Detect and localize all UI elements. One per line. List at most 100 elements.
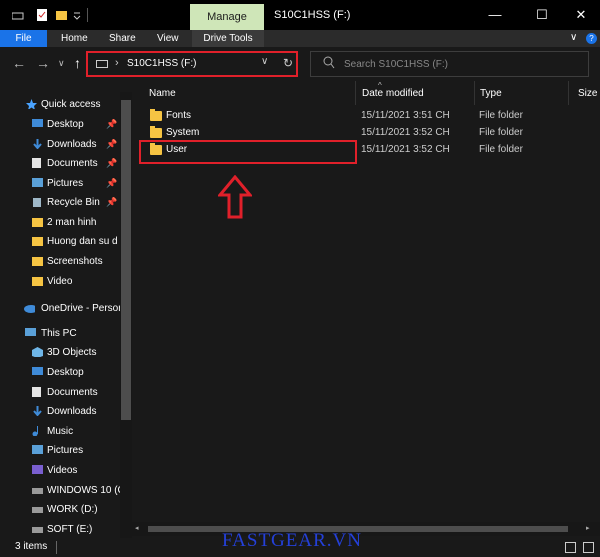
folder-icon [32,277,43,286]
sidebar-item-label: OneDrive - Persor [41,303,120,314]
sidebar-item-label: This PC [41,328,77,339]
recent-locations-button[interactable]: ∨ [58,58,65,69]
scroll-right-icon[interactable]: ▸ [586,524,590,532]
3d-objects-icon [32,347,43,357]
minimize-button[interactable]: — [480,4,510,26]
pictures-icon [32,445,43,454]
desktop-icon [32,119,43,127]
navigation-pane: Quick access Desktop 📌 Downloads 📌 Docum… [0,92,132,538]
sidebar-item-drive-c[interactable]: WINDOWS 10 (C [0,481,120,500]
sidebar-item-screenshots[interactable]: Screenshots [0,252,120,271]
sidebar-item-3d-objects[interactable]: 3D Objects [0,343,120,362]
help-icon[interactable]: ? [586,33,597,44]
tab-manage[interactable]: Manage [190,4,264,30]
file-row[interactable]: Fonts 15/11/2021 3:51 CH File folder [146,108,596,125]
sidebar-item-this-pc[interactable]: This PC [0,324,120,343]
tab-home[interactable]: Home [61,30,88,47]
sidebar-item-label: Music [47,426,74,437]
sidebar-item-videos[interactable]: Videos [0,461,120,480]
sidebar-item-desktop[interactable]: Desktop 📌 [0,115,120,134]
sidebar-item-label: WORK (D:) [47,504,98,515]
address-path[interactable]: S10C1HSS (F:) [127,58,196,69]
highlight-box [139,140,357,164]
sidebar-item-label: Desktop [47,119,84,130]
forward-button[interactable]: → [36,55,50,71]
sidebar-item-downloads[interactable]: Downloads 📌 [0,135,120,154]
address-bar[interactable]: › S10C1HSS (F:) ∨ ↻ [86,51,298,77]
sidebar-item-pictures[interactable]: Pictures 📌 [0,174,120,193]
tab-share[interactable]: Share [109,30,136,47]
folder-icon [150,109,162,121]
ribbon-tabs: File Home Share View Drive Tools ∨ ? [0,30,600,47]
customize-qat-icon[interactable] [73,8,81,22]
file-date: 15/11/2021 3:51 CH [361,110,450,121]
sidebar-item-2-man-hinh[interactable]: 2 man hinh [0,213,120,232]
search-placeholder: Search S10C1HSS (F:) [344,59,448,70]
address-dropdown-icon[interactable]: ∨ [261,56,268,67]
watermark: FASTGEAR.VN [222,530,362,551]
download-icon [33,139,42,149]
back-button[interactable]: ← [12,55,26,71]
sidebar-item-label: Huong dan su d [47,236,118,247]
documents-icon [32,158,41,168]
folder-icon [32,218,43,227]
ribbon-collapse-icon[interactable]: ∨ [570,32,577,43]
column-date-modified[interactable]: Date modified [362,88,424,99]
sidebar-item-label: Pictures [47,445,84,456]
sidebar-item-quick-access[interactable]: Quick access [0,95,120,114]
star-icon [26,99,37,109]
sidebar-item-huong-dan[interactable]: Huong dan su d [0,232,120,251]
status-divider [56,541,57,554]
tab-drive-tools[interactable]: Drive Tools [192,30,264,47]
large-icons-view-icon[interactable] [583,542,594,553]
sidebar-item-documents-pc[interactable]: Documents [0,383,120,402]
sidebar-scrollbar-thumb[interactable] [121,100,131,420]
sidebar-item-drive-d[interactable]: WORK (D:) [0,500,120,519]
address-bar-inner: › S10C1HSS (F:) ∨ ↻ [90,55,294,73]
sidebar-item-documents[interactable]: Documents 📌 [0,154,120,173]
column-divider[interactable] [355,81,356,105]
column-size[interactable]: Size [578,88,597,99]
up-button[interactable]: ↑ [74,55,81,71]
folder-icon [150,126,162,138]
drive-icon[interactable] [12,8,24,22]
folder-icon [32,237,43,246]
drive-icon [32,527,43,533]
refresh-icon[interactable]: ↻ [283,56,293,70]
close-button[interactable]: ✕ [566,4,596,26]
scroll-left-icon[interactable]: ◂ [135,524,139,532]
sidebar-item-drive-e[interactable]: SOFT (E:) [0,520,120,538]
column-divider[interactable] [474,81,475,105]
sidebar-item-video[interactable]: Video [0,272,120,291]
breadcrumb-chevron-icon[interactable]: › [115,57,119,69]
sidebar-item-downloads-pc[interactable]: Downloads [0,402,120,421]
navigation-bar: ← → ∨ ↑ › S10C1HSS (F:) ∨ ↻ Search S10C1… [0,47,600,81]
sidebar-item-pictures-pc[interactable]: Pictures [0,441,120,460]
folder-icon [32,257,43,266]
horizontal-scrollbar[interactable]: ◂ ▸ [132,522,600,536]
sidebar-item-desktop-pc[interactable]: Desktop [0,363,120,382]
download-icon [33,406,42,416]
search-box[interactable]: Search S10C1HSS (F:) [310,51,589,77]
column-divider[interactable] [568,81,569,105]
column-type[interactable]: Type [480,88,502,99]
sidebar-item-label: Downloads [47,406,97,417]
tab-file[interactable]: File [0,30,47,47]
sidebar-item-onedrive[interactable]: OneDrive - Persor [0,299,120,318]
sidebar-item-recycle-bin[interactable]: Recycle Bin 📌 [0,193,120,212]
details-view-icon[interactable] [565,542,576,553]
pictures-icon [32,178,43,187]
sidebar-item-label: SOFT (E:) [47,524,93,535]
tab-view[interactable]: View [157,30,179,47]
annotation-arrow-up-icon [218,175,252,219]
properties-icon[interactable] [36,8,48,22]
new-folder-icon[interactable] [56,8,68,22]
content-scrollbar[interactable] [588,105,600,522]
column-name[interactable]: Name [149,88,176,99]
pin-icon: 📌 [106,119,118,129]
sidebar-scrollbar[interactable] [120,92,132,538]
qat-divider [87,8,88,22]
sidebar-item-music[interactable]: Music [0,422,120,441]
maximize-button[interactable]: ☐ [527,4,557,26]
sidebar-item-label: Downloads [47,139,97,150]
